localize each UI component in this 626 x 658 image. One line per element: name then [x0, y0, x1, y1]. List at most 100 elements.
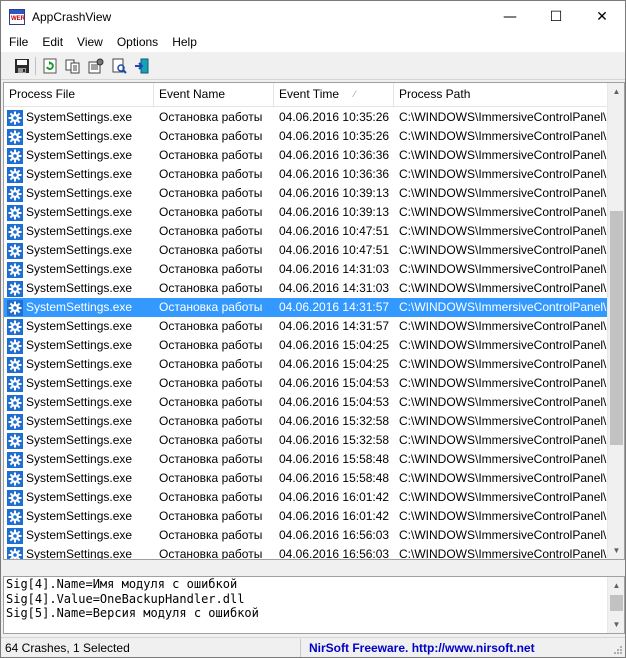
toolbar: [1, 52, 625, 80]
column-process-file[interactable]: Process File: [4, 83, 154, 107]
column-event-name[interactable]: Event Name: [154, 83, 274, 107]
exit-icon: [134, 58, 148, 73]
list-vertical-scrollbar[interactable]: ▲ ▼: [607, 83, 624, 559]
scroll-up-arrow-icon[interactable]: ▲: [608, 577, 624, 594]
table-row[interactable]: SystemSettings.exe Остановка работы 04.06.…: [4, 469, 608, 488]
cell-process-path: C:\WINDOWS\ImmersiveControlPanel\S: [399, 547, 608, 560]
save-icon: [14, 58, 29, 73]
gear-icon: [7, 375, 23, 392]
cell-process-path: C:\WINDOWS\ImmersiveControlPanel\S: [399, 433, 608, 447]
cell-process-path: C:\WINDOWS\ImmersiveControlPanel\S: [399, 376, 608, 390]
table-row[interactable]: SystemSettings.exe Остановка работы 04.06.…: [4, 298, 608, 317]
column-event-time[interactable]: Event Time ⁄: [274, 83, 394, 107]
scroll-down-arrow-icon[interactable]: ▼: [608, 616, 624, 633]
table-row[interactable]: SystemSettings.exe Остановка работы 04.06.…: [4, 412, 608, 431]
cell-event-name: Остановка работы: [159, 110, 263, 124]
cell-event-name: Остановка работы: [159, 186, 263, 200]
table-row[interactable]: SystemSettings.exe Остановка работы 04.06.…: [4, 374, 608, 393]
table-row[interactable]: SystemSettings.exe Остановка работы 04.06.…: [4, 108, 608, 127]
process-file-text: SystemSettings.exe: [26, 395, 133, 409]
table-row[interactable]: SystemSettings.exe Остановка работы 04.06.…: [4, 222, 608, 241]
save-button[interactable]: [10, 55, 33, 77]
cell-process-file: SystemSettings.exe: [4, 317, 154, 336]
menu-edit[interactable]: Edit: [35, 32, 70, 52]
gear-icon: [7, 204, 23, 221]
table-row[interactable]: SystemSettings.exe Остановка работы 04.06.…: [4, 526, 608, 545]
report-icon: [112, 58, 127, 74]
gear-icon: [7, 432, 23, 449]
scroll-up-arrow-icon[interactable]: ▲: [608, 83, 624, 100]
cell-event-name: Остановка работы: [159, 167, 263, 181]
cell-event-name: Остановка работы: [159, 471, 263, 485]
nirsoft-link[interactable]: NirSoft Freeware. http://www.nirsoft.net: [301, 639, 535, 657]
menu-options[interactable]: Options: [110, 32, 165, 52]
gear-icon: [7, 527, 23, 544]
exit-button[interactable]: [130, 55, 153, 77]
gear-icon: [7, 394, 23, 411]
scroll-thumb[interactable]: [610, 211, 623, 445]
table-row[interactable]: SystemSettings.exe Остановка работы 04.06.…: [4, 488, 608, 507]
table-row[interactable]: SystemSettings.exe Остановка работы 04.06.…: [4, 431, 608, 450]
table-row[interactable]: SystemSettings.exe Остановка работы 04.06.…: [4, 203, 608, 222]
table-row[interactable]: SystemSettings.exe Остановка работы 04.06.…: [4, 165, 608, 184]
table-row[interactable]: SystemSettings.exe Остановка работы 04.06.…: [4, 317, 608, 336]
app-icon: WER: [9, 8, 25, 25]
title-bar[interactable]: WER AppCrashView — ☐ ✕: [1, 1, 625, 32]
copy-button[interactable]: [61, 55, 84, 77]
cell-process-path: C:\WINDOWS\ImmersiveControlPanel\S: [399, 148, 608, 162]
refresh-button[interactable]: [38, 55, 61, 77]
menu-file[interactable]: File: [2, 32, 35, 52]
cell-process-file: SystemSettings.exe: [4, 241, 154, 260]
menu-view[interactable]: View: [70, 32, 110, 52]
minimize-button[interactable]: —: [487, 1, 533, 32]
cell-event-name: Остановка работы: [159, 300, 263, 314]
details-vertical-scrollbar[interactable]: ▲ ▼: [607, 577, 624, 633]
process-file-text: SystemSettings.exe: [26, 224, 133, 238]
cell-event-time: 04.06.2016 14:31:03: [279, 281, 390, 295]
close-button[interactable]: ✕: [579, 1, 625, 32]
table-row[interactable]: SystemSettings.exe Остановка работы 04.06.…: [4, 355, 608, 374]
table-row[interactable]: SystemSettings.exe Остановка работы 04.06.…: [4, 545, 608, 560]
cell-process-path: C:\WINDOWS\ImmersiveControlPanel\S: [399, 395, 608, 409]
cell-event-name: Остановка работы: [159, 205, 263, 219]
details-line: Sig[4].Value=OneBackupHandler.dll: [6, 591, 245, 606]
cell-process-file: SystemSettings.exe: [4, 488, 154, 507]
table-row[interactable]: SystemSettings.exe Остановка работы 04.06.…: [4, 241, 608, 260]
gear-icon: [7, 413, 23, 430]
process-file-text: SystemSettings.exe: [26, 243, 133, 257]
cell-event-name: Остановка работы: [159, 490, 263, 504]
cell-event-time: 04.06.2016 10:35:26: [279, 110, 390, 124]
cell-event-name: Остановка работы: [159, 148, 263, 162]
process-file-text: SystemSettings.exe: [26, 357, 133, 371]
cell-event-time: 04.06.2016 15:04:25: [279, 357, 390, 371]
cell-process-path: C:\WINDOWS\ImmersiveControlPanel\S: [399, 243, 608, 257]
column-process-path[interactable]: Process Path: [394, 83, 608, 107]
table-row[interactable]: SystemSettings.exe Остановка работы 04.06.…: [4, 127, 608, 146]
details-pane[interactable]: Sig[4].Name=Имя модуля с ошибкой Sig[4].…: [3, 576, 625, 634]
cell-process-file: SystemSettings.exe: [4, 374, 154, 393]
cell-process-path: C:\WINDOWS\ImmersiveControlPanel\S: [399, 471, 608, 485]
table-row[interactable]: SystemSettings.exe Остановка работы 04.06.…: [4, 336, 608, 355]
table-row[interactable]: SystemSettings.exe Остановка работы 04.06.…: [4, 260, 608, 279]
table-row[interactable]: SystemSettings.exe Остановка работы 04.06.…: [4, 146, 608, 165]
report-button[interactable]: [107, 55, 130, 77]
gear-icon: [7, 223, 23, 240]
process-file-text: SystemSettings.exe: [26, 490, 133, 504]
table-row[interactable]: SystemSettings.exe Остановка работы 04.06.…: [4, 450, 608, 469]
table-row[interactable]: SystemSettings.exe Остановка работы 04.06.…: [4, 393, 608, 412]
maximize-button[interactable]: ☐: [533, 1, 579, 32]
process-file-text: SystemSettings.exe: [26, 433, 133, 447]
process-file-text: SystemSettings.exe: [26, 148, 133, 162]
menu-help[interactable]: Help: [165, 32, 204, 52]
scroll-down-arrow-icon[interactable]: ▼: [608, 542, 624, 559]
process-file-text: SystemSettings.exe: [26, 110, 133, 124]
crash-list[interactable]: Process File Event Name Event Time ⁄ Proc…: [3, 82, 625, 560]
properties-button[interactable]: [84, 55, 107, 77]
table-row[interactable]: SystemSettings.exe Остановка работы 04.06.…: [4, 507, 608, 526]
app-window: WER AppCrashView — ☐ ✕ File Edit View Op…: [0, 0, 626, 658]
scroll-thumb[interactable]: [610, 595, 623, 611]
cell-process-path: C:\WINDOWS\ImmersiveControlPanel\S: [399, 357, 608, 371]
resize-grip-icon[interactable]: [613, 645, 623, 655]
table-row[interactable]: SystemSettings.exe Остановка работы 04.06.…: [4, 184, 608, 203]
table-row[interactable]: SystemSettings.exe Остановка работы 04.06.…: [4, 279, 608, 298]
